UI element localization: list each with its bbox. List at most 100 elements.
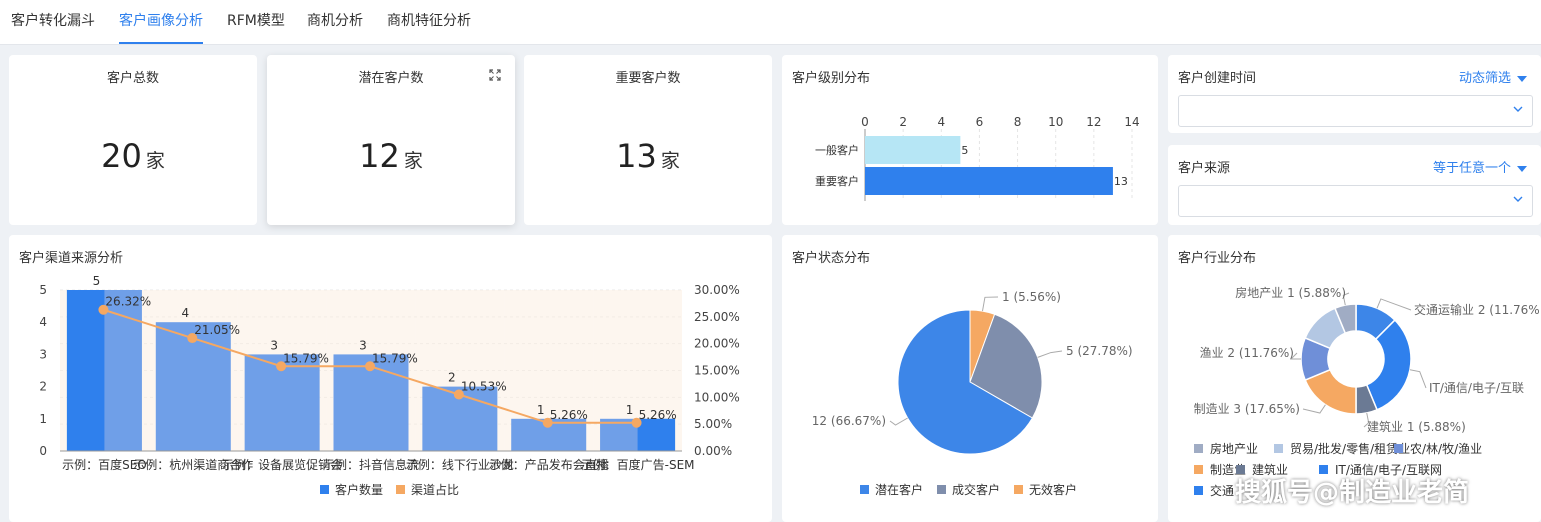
y2-tick-label: 0.00%: [694, 444, 732, 458]
bar-data-label: 1: [626, 403, 634, 417]
legend-label: 房地产业: [1210, 441, 1258, 456]
bar-data-label: 3: [270, 338, 278, 352]
bar-data-label: 4: [181, 306, 189, 320]
tab-conversion-funnel[interactable]: 客户转化漏斗: [11, 0, 95, 44]
kpi-card-potential: 潜在客户数 12 家: [267, 55, 515, 225]
dynamic-filter-dropdown[interactable]: 动态筛选: [1459, 67, 1527, 86]
slice-label: 12 (66.67%): [812, 414, 886, 428]
slice-label: 建筑业 1 (5.88%): [1367, 419, 1466, 434]
leader-line: [982, 296, 999, 312]
tab-opportunity-features[interactable]: 商机特征分析: [387, 0, 471, 44]
line-data-label: 10.53%: [461, 379, 507, 393]
status-pie-chart: 12 (66.67%) 5 (27.78%) 1 (5.56%) 潜在客户 成交客户 无效…: [812, 290, 1133, 497]
source-select[interactable]: [1178, 185, 1533, 217]
level-bar-chart: 0 2 4 6 8 10 12 14 一般客户 5 重要客户 13: [815, 115, 1140, 201]
bar: [865, 167, 1113, 195]
x-tick-label: 4: [937, 115, 945, 129]
slice-label: 渔业 2 (11.76%): [1200, 346, 1294, 360]
channel-combo-chart: 0.00% 5.00% 10.00% 15.00% 20.00% 25.00% 30.00%…: [39, 274, 740, 497]
y-tick-label: 2: [39, 380, 47, 394]
slice-label: IT/通信/电子/互联: [1429, 381, 1524, 395]
kpi-number: 13: [616, 137, 657, 175]
filter-title: 客户来源: [1178, 161, 1231, 176]
legend-swatch: [1394, 444, 1403, 453]
x-tick-label: 12: [1086, 115, 1101, 129]
x-tick-label: 10: [1048, 115, 1063, 129]
caret-down-icon: [1517, 75, 1527, 82]
legend-swatch: [860, 485, 869, 494]
created-time-select[interactable]: [1178, 95, 1533, 127]
kpi-card-total: 客户总数 20 家: [9, 55, 257, 225]
kpi-card-important: 重要客户数 13 家: [524, 55, 772, 225]
caret-down-icon: [1517, 165, 1527, 172]
leader-line: [1302, 404, 1326, 414]
legend-label: 农/林/牧/渔业: [1410, 442, 1482, 456]
bar: [865, 136, 961, 164]
y-tick-label: 1: [39, 412, 47, 426]
tab-customer-portrait[interactable]: 客户画像分析: [119, 0, 203, 44]
category-label: 一般客户: [815, 143, 859, 157]
line-data-label: 26.32%: [105, 295, 151, 309]
x-tick-label: 8: [1014, 115, 1022, 129]
filter-card-source: 客户来源 等于任意一个: [1168, 145, 1541, 225]
line-data-label: 15.79%: [283, 351, 329, 365]
slice-label: 房地产业 1 (5.88%): [1235, 285, 1346, 300]
tab-rfm-model[interactable]: RFM模型: [227, 0, 285, 44]
x-tick-label: 示例：百度广告-SEM: [581, 457, 695, 472]
leader-line: [1409, 369, 1427, 389]
x-tick-label: 0: [861, 115, 869, 129]
legend-swatch: [1194, 444, 1203, 453]
line-data-label: 5.26%: [639, 408, 677, 422]
y-tick-label: 5: [39, 283, 47, 297]
slice-label: 制造业 3 (17.65%): [1194, 402, 1300, 416]
bar-highlight: [637, 418, 676, 451]
kpi-unit: 家: [145, 150, 165, 172]
bar-data-label: 5: [93, 274, 101, 288]
bar-highlight: [66, 290, 105, 451]
kpi-number: 12: [359, 137, 400, 175]
slice-label: 1 (5.56%): [1002, 290, 1061, 304]
tab-opportunity-analysis[interactable]: 商机分析: [307, 0, 363, 44]
filter-mode-label: 等于任意一个: [1432, 161, 1511, 176]
kpi-title: 重要客户数: [615, 71, 681, 86]
data-label: 5: [961, 144, 968, 157]
category-label: 重要客户: [815, 174, 859, 188]
match-any-dropdown[interactable]: 等于任意一个: [1433, 157, 1527, 176]
channel-chart-card: 客户渠道来源分析 0.00% 5.00% 10.00% 15.00% 20.00% 25.…: [9, 235, 772, 522]
legend-label: 无效客户: [1029, 482, 1077, 497]
y2-tick-label: 15.00%: [694, 364, 740, 378]
legend-swatch: [1194, 465, 1203, 474]
kpi-title: 潜在客户数: [358, 71, 424, 86]
kpi-unit: 家: [660, 150, 680, 172]
line-data-label: 21.05%: [194, 323, 240, 337]
y2-tick-label: 20.00%: [694, 337, 740, 351]
y-tick-label: 0: [39, 444, 47, 458]
legend-swatch: [1014, 485, 1023, 494]
filter-mode-label: 动态筛选: [1458, 71, 1511, 86]
leader-line: [1037, 350, 1063, 358]
bar-data-label: 1: [537, 403, 545, 417]
legend-label: 交通: [1210, 483, 1234, 498]
legend-swatch: [396, 485, 405, 494]
level-chart-card: 客户级别分布 0 2 4 6 8 10 12 14 一般客户 5 重要客户 13: [782, 55, 1158, 225]
line-data-label: 15.79%: [372, 351, 418, 365]
y2-tick-label: 10.00%: [694, 390, 740, 404]
legend-swatch: [937, 485, 946, 494]
y-tick-label: 4: [39, 315, 47, 329]
kpi-title: 客户总数: [106, 71, 159, 86]
legend-swatch: [1274, 444, 1283, 453]
legend-label: 渠道占比: [411, 482, 459, 497]
kpi-value: 13 家: [524, 137, 772, 175]
expand-icon[interactable]: [489, 69, 501, 81]
bar-data-label: 2: [448, 371, 456, 385]
y-tick-label: 3: [39, 347, 47, 361]
chevron-down-icon: [1513, 196, 1523, 202]
x-tick-label: 2: [899, 115, 907, 129]
tab-bar: 客户转化漏斗 客户画像分析 RFM模型 商机分析 商机特征分析: [0, 0, 1541, 45]
kpi-unit: 家: [403, 150, 423, 172]
legend-swatch: [320, 485, 329, 494]
slice-label: 5 (27.78%): [1066, 344, 1133, 358]
leader-line: [889, 417, 908, 426]
watermark: 搜狐号@制造业老简: [1235, 478, 1470, 508]
status-chart-card: 客户状态分布 12 (66.67%) 5 (27.78%) 1 (5.56%) 潜在客…: [782, 235, 1158, 522]
